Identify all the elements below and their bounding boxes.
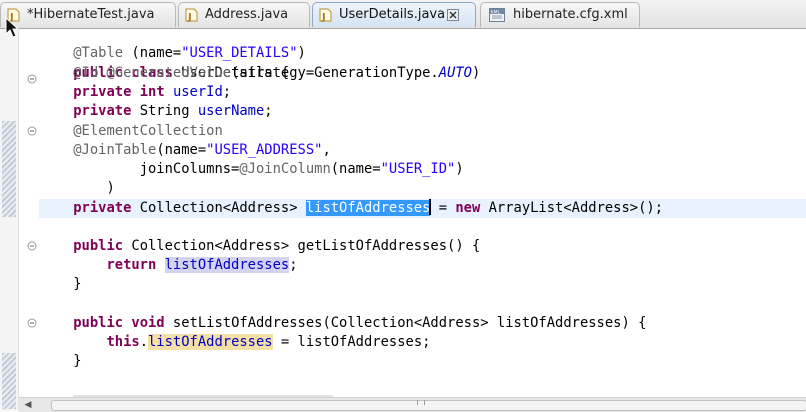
fold-collapse-icon[interactable] (27, 241, 37, 251)
code-line: public Collection<Address> getListOfAddr… (73, 238, 481, 254)
scrollbar-thumb[interactable] (51, 400, 806, 411)
horizontal-scrollbar[interactable]: ◀ (19, 397, 806, 412)
code-line: ) (106, 180, 115, 196)
mouse-pointer-icon (5, 17, 19, 38)
code-line-partial (40, 388, 334, 397)
occurrence-highlight: listOfAddresses (148, 334, 273, 350)
java-file-icon: J (185, 8, 198, 22)
code-line: public class UserDetails { (73, 65, 290, 81)
code-editor[interactable]: @Table (name="USER_DETAILS") public clas… (19, 29, 806, 397)
fold-collapse-icon[interactable] (27, 74, 37, 84)
code-line: @Id @GeneratedValue(strategy=GenerationT… (73, 65, 481, 81)
code-line: joinColumns=@JoinColumn(name="USER_ID") (139, 161, 464, 177)
scroll-left-icon[interactable]: ◀ (21, 399, 35, 411)
selected-text[interactable]: listOfAddresses (305, 200, 431, 216)
code-line: @ElementCollection (73, 123, 223, 139)
tab-hibernate-cfg[interactable]: XML hibernate.cfg.xml (480, 2, 640, 27)
code-line: } (73, 276, 82, 292)
xml-file-icon: XML (489, 8, 505, 22)
code-line: @JoinTable(name="USER_ADDRESS", (73, 142, 331, 158)
close-tab-icon[interactable] (447, 9, 459, 21)
tab-hibernate-test[interactable]: J *HibernateTest.java (0, 2, 176, 27)
tab-user-details[interactable]: J UserDetails.java (312, 2, 476, 27)
code-line: this.listOfAddresses = listOfAddresses; (106, 334, 431, 350)
tab-label: *HibernateTest.java (27, 7, 155, 22)
tab-label: Address.java (205, 7, 289, 22)
scrollbar-grip-icon (417, 400, 425, 405)
java-file-icon: J (319, 8, 332, 22)
code-line: return listOfAddresses; (106, 257, 298, 273)
code-line: private String userName; (73, 103, 273, 119)
code-line: public void setListOfAddresses(Collectio… (73, 315, 647, 331)
tab-label: UserDetails.java (339, 7, 446, 22)
fold-collapse-icon[interactable] (27, 126, 37, 136)
svg-text:J: J (187, 12, 192, 22)
svg-text:J: J (321, 12, 326, 22)
editor-left-ruler (0, 29, 19, 411)
editor-tab-bar: J *HibernateTest.java J Address.java J U… (0, 0, 806, 29)
occurrence-highlight: listOfAddresses (164, 257, 290, 273)
svg-text:XML: XML (491, 10, 501, 16)
code-line: @Table (name="USER_DETAILS") (73, 45, 306, 61)
change-marker (2, 121, 16, 217)
tab-address[interactable]: J Address.java (178, 2, 310, 27)
fold-collapse-icon[interactable] (27, 318, 37, 328)
tab-label: hibernate.cfg.xml (513, 7, 628, 22)
code-line: } (73, 353, 82, 369)
code-line: private Collection<Address> listOfAddres… (73, 199, 664, 216)
code-line: private int userId; (73, 84, 232, 100)
change-marker (2, 353, 16, 409)
